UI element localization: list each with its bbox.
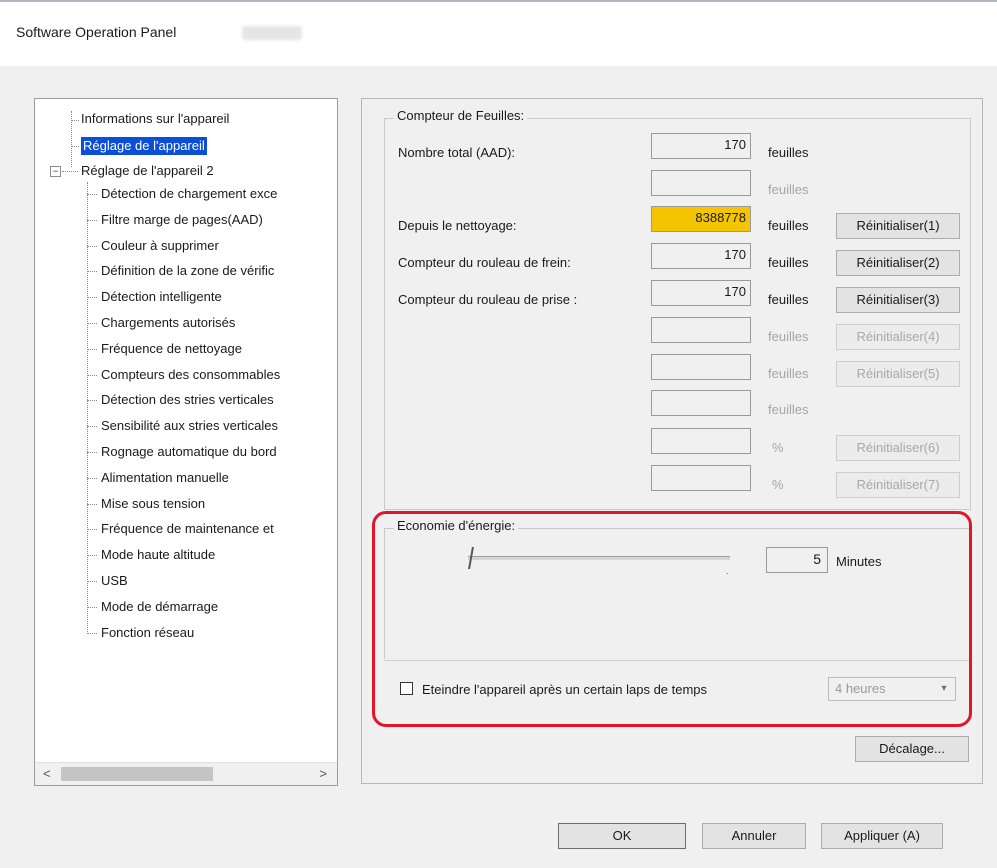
collapse-icon[interactable]: −	[50, 166, 61, 177]
tree-item-child[interactable]: Compteurs des consommables	[101, 366, 280, 384]
tree-line	[87, 632, 97, 634]
counter-unit: feuilles	[768, 255, 809, 270]
counter-unit: %	[772, 477, 784, 492]
tree-line	[87, 555, 97, 557]
tree-item-child[interactable]: Mode haute altitude	[101, 546, 215, 564]
reset-counter-button[interactable]: Réinitialiser(6)	[836, 435, 960, 461]
counter-unit: feuilles	[768, 218, 809, 233]
tree-line	[87, 323, 97, 324]
counter-unit: feuilles	[768, 329, 809, 344]
tree-item-child[interactable]: Couleur à supprimer	[101, 237, 219, 255]
counter-value-field: 170	[651, 133, 751, 159]
counter-unit: feuilles	[768, 145, 809, 160]
ok-button[interactable]: OK	[558, 823, 686, 849]
tree-line	[87, 529, 97, 531]
counter-value-field	[651, 428, 751, 454]
counter-value-field	[651, 465, 751, 491]
tree-line	[87, 219, 97, 221]
tree-line	[87, 194, 97, 195]
counter-unit: feuilles	[768, 292, 809, 307]
tree-item-child[interactable]: Alimentation manuelle	[101, 469, 229, 487]
tree-line	[87, 271, 97, 273]
scroll-right-icon[interactable]: >	[319, 766, 327, 781]
tree-item-child[interactable]: Mise sous tension	[101, 495, 205, 513]
tree-line	[62, 171, 78, 172]
counter-value-field	[651, 354, 751, 380]
annotation-highlight-box	[372, 511, 972, 727]
settings-tree[interactable]: Informations sur l'appareil Réglage de l…	[34, 98, 338, 786]
counter-unit: feuilles	[768, 402, 809, 417]
tree-line	[87, 503, 97, 505]
counter-unit: feuilles	[768, 182, 809, 197]
reset-counter-button[interactable]: Réinitialiser(2)	[836, 250, 960, 276]
tree-line	[71, 146, 79, 147]
tree-item-informations[interactable]: Informations sur l'appareil	[81, 110, 229, 128]
tree-line-children	[87, 182, 88, 634]
tree-line	[87, 245, 97, 247]
window-top-border	[0, 0, 997, 2]
reset-counter-button[interactable]: Réinitialiser(3)	[836, 287, 960, 313]
tree-item-child[interactable]: USB	[101, 572, 128, 590]
tree-item-child[interactable]: Détection des stries verticales	[101, 391, 274, 409]
counter-value-field: 170	[651, 280, 751, 306]
tree-line	[87, 477, 97, 479]
tree-item-child[interactable]: Chargements autorisés	[101, 314, 235, 332]
tree-item-child[interactable]: Fréquence de nettoyage	[101, 340, 242, 358]
counter-value-field: 170	[651, 243, 751, 269]
tree-item-child[interactable]: Détection intelligente	[101, 288, 222, 306]
tree-line	[87, 297, 97, 299]
tree-item-child[interactable]: Détection de chargement exce	[101, 185, 277, 203]
cancel-button[interactable]: Annuler	[702, 823, 806, 849]
sheet-counter-title: Compteur de Feuilles:	[394, 108, 528, 123]
counter-value-field	[651, 170, 751, 196]
reset-counter-button[interactable]: Réinitialiser(1)	[836, 213, 960, 239]
tree-item-reglage-appareil-2[interactable]: Réglage de l'appareil 2	[81, 162, 214, 180]
tree-item-child[interactable]: Mode de démarrage	[101, 598, 218, 616]
reset-counter-button[interactable]: Réinitialiser(4)	[836, 324, 960, 350]
tree-line	[87, 606, 97, 608]
window-title-redacted	[242, 26, 302, 40]
counter-label: Compteur du rouleau de frein:	[398, 255, 571, 270]
tree-horizontal-scrollbar[interactable]: < >	[35, 762, 337, 785]
counter-unit: %	[772, 440, 784, 455]
counter-label: Compteur du rouleau de prise :	[398, 292, 578, 307]
tree-line	[87, 426, 97, 428]
counter-value-field	[651, 317, 751, 343]
offset-button[interactable]: Décalage...	[855, 736, 969, 762]
tree-item-child[interactable]: Fonction réseau	[101, 624, 194, 642]
tree-item-child[interactable]: Rognage automatique du bord	[101, 443, 277, 461]
scroll-thumb[interactable]	[61, 767, 213, 781]
counter-label: Depuis le nettoyage:	[398, 218, 517, 233]
tree-item-child[interactable]: Fréquence de maintenance et	[101, 520, 274, 538]
tree-item-reglage-appareil[interactable]: Réglage de l'appareil	[81, 137, 207, 155]
window-title: Software Operation Panel	[16, 24, 177, 40]
apply-button[interactable]: Appliquer (A)	[821, 823, 943, 849]
counter-value-field	[651, 390, 751, 416]
counter-value-field: 8388778	[651, 206, 751, 232]
counter-label: Nombre total (AAD):	[398, 145, 516, 160]
tree-line	[87, 581, 97, 582]
tree-item-child[interactable]: Filtre marge de pages(AAD)	[101, 211, 263, 229]
tree-line	[87, 400, 97, 402]
tree-line	[87, 452, 97, 453]
tree-line	[71, 120, 79, 121]
tree-item-child[interactable]: Définition de la zone de vérific	[101, 262, 274, 280]
reset-counter-button[interactable]: Réinitialiser(7)	[836, 472, 960, 498]
tree-line	[87, 348, 97, 350]
reset-counter-button[interactable]: Réinitialiser(5)	[836, 361, 960, 387]
tree-line	[87, 374, 97, 376]
scroll-left-icon[interactable]: <	[43, 766, 51, 781]
tree-item-child[interactable]: Sensibilité aux stries verticales	[101, 417, 278, 435]
counter-unit: feuilles	[768, 366, 809, 381]
